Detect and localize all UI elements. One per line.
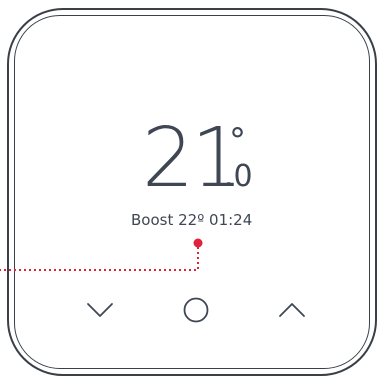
mode-button[interactable] xyxy=(178,292,214,328)
chevron-down-icon xyxy=(87,303,113,317)
chevron-up-icon xyxy=(279,303,305,317)
up-button[interactable] xyxy=(274,292,310,328)
circle-icon xyxy=(183,297,209,323)
down-button[interactable] xyxy=(82,292,118,328)
callout-dotted-line xyxy=(0,247,199,271)
callout-dot xyxy=(193,238,203,248)
thermostat-stage: 21 ° .0 Boost 22º 01:24 xyxy=(0,0,385,385)
